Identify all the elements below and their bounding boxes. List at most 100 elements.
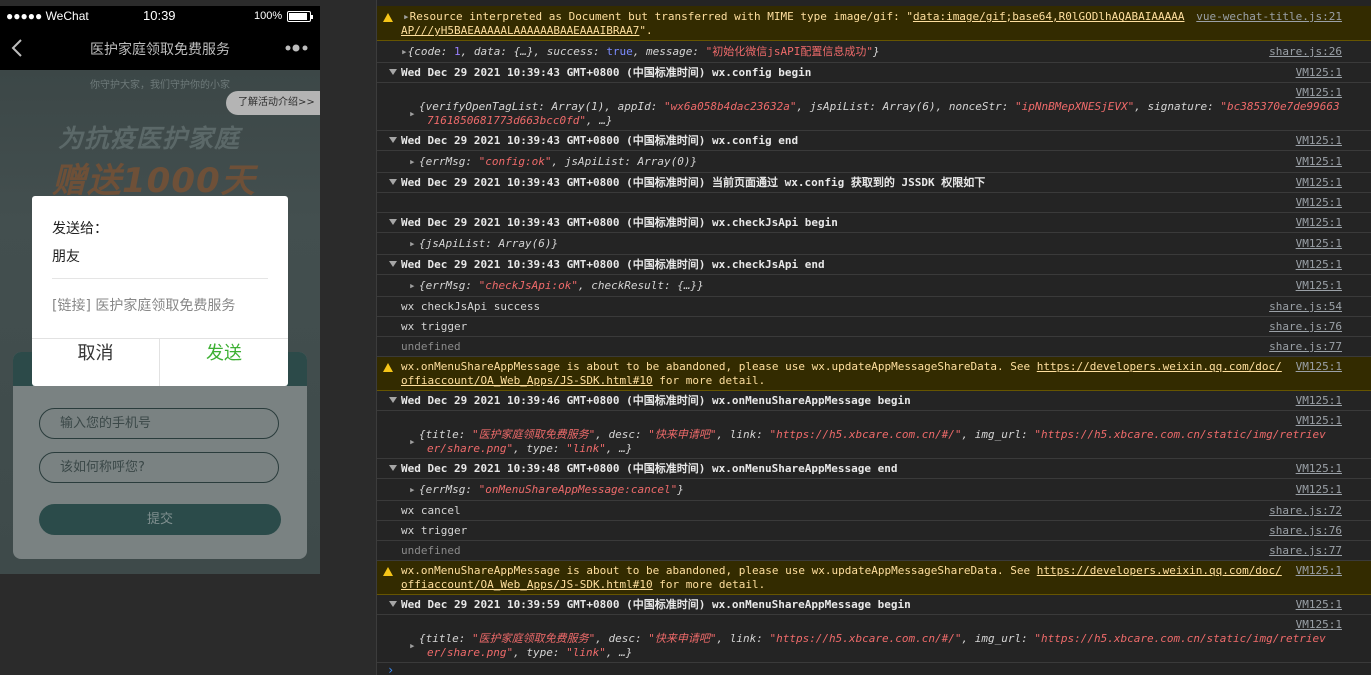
source-link[interactable]: VM125:1 <box>1296 360 1342 374</box>
expand-caret-icon[interactable]: ▸ <box>409 107 416 121</box>
back-arrow-icon[interactable] <box>8 36 28 60</box>
console-group-row[interactable]: Wed Dec 29 2021 10:39:59 GMT+0800 (中国标准时… <box>377 595 1371 615</box>
source-link[interactable]: share.js:77 <box>1269 544 1342 558</box>
expand-caret-icon[interactable]: ▸ <box>409 435 416 449</box>
collapse-arrow-icon[interactable] <box>389 179 397 185</box>
console-log-row: ▸ {errMsg: "config:ok", jsApiList: Array(… <box>377 151 1371 173</box>
status-time: 10:39 <box>143 8 176 23</box>
console-log-row: undefined share.js:77 <box>377 541 1371 561</box>
source-link[interactable]: VM125:1 <box>1296 462 1342 476</box>
data-url-link[interactable]: data:image/gif;base64,R0lGODlhAQABAIAAAA… <box>913 10 1185 23</box>
status-bar: ●●●●● WeChat 10:39 100% <box>0 6 320 26</box>
send-button[interactable]: 发送 <box>160 339 288 386</box>
warning-icon <box>383 363 393 372</box>
name-input[interactable]: 该如何称呼您? <box>39 452 279 483</box>
battery-icon <box>287 11 313 22</box>
expand-caret-icon[interactable]: ▸ <box>409 639 416 653</box>
collapse-arrow-icon[interactable] <box>389 261 397 267</box>
source-link[interactable]: share.js:72 <box>1269 504 1342 518</box>
source-link[interactable]: VM125:1 <box>1296 618 1342 632</box>
dialog-divider <box>52 278 268 279</box>
collapse-arrow-icon[interactable] <box>389 465 397 471</box>
hero-line-2: 赠送1000天 <box>52 161 256 201</box>
source-link[interactable]: share.js:76 <box>1269 524 1342 538</box>
wechat-nav-bar: 医护家庭领取免费服务 <box>0 26 320 70</box>
battery-percent: 100% <box>254 10 283 22</box>
console-warning-row: wx.onMenuShareAppMessage is about to be … <box>377 357 1371 391</box>
console-log-row: ▸ {errMsg: "onMenuShareAppMessage:cancel"… <box>377 479 1371 501</box>
expand-caret-icon[interactable]: ▸ <box>409 237 416 251</box>
expand-caret-icon[interactable]: ▸ <box>409 279 416 293</box>
console-log-row: undefined share.js:77 <box>377 337 1371 357</box>
phone-input[interactable]: 输入您的手机号 <box>39 408 279 439</box>
console-group-row[interactable]: Wed Dec 29 2021 10:39:43 GMT+0800 (中国标准时… <box>377 213 1371 233</box>
source-link[interactable]: VM125:1 <box>1296 196 1342 210</box>
console-log-row: wx trigger share.js:76 <box>377 521 1371 541</box>
console-log-row: ▸{code: 1, data: {…}, success: true, mes… <box>377 41 1371 63</box>
expand-caret-icon[interactable]: ▸ <box>403 10 410 23</box>
promo-intro-button[interactable]: 了解活动介绍>> <box>226 91 320 115</box>
source-link[interactable]: VM125:1 <box>1296 237 1342 251</box>
collapse-arrow-icon[interactable] <box>389 137 397 143</box>
console-log-row: VM125:1 ▸ {title: "医护家庭领取免费服务", desc: "快来… <box>377 411 1371 459</box>
collapse-arrow-icon[interactable] <box>389 397 397 403</box>
console-group-row[interactable]: Wed Dec 29 2021 10:39:43 GMT+0800 (中国标准时… <box>377 63 1371 83</box>
warning-icon <box>383 567 393 576</box>
source-link[interactable]: VM125:1 <box>1296 564 1342 578</box>
share-dialog: 发送给： 朋友 [链接] 医护家庭领取免费服务 取消 发送 <box>32 196 288 386</box>
source-link[interactable]: VM125:1 <box>1296 258 1342 272</box>
source-link[interactable]: VM125:1 <box>1296 394 1342 408</box>
docs-link[interactable]: https://developers.weixin.qq.com/doc/ <box>1037 360 1282 373</box>
expand-caret-icon[interactable]: ▸ <box>409 483 416 497</box>
console-group-row[interactable]: Wed Dec 29 2021 10:39:48 GMT+0800 (中国标准时… <box>377 459 1371 479</box>
console-log-row: VM125:1 ▸ {verifyOpenTagList: Array(1), a… <box>377 83 1371 131</box>
console-log-row: wx trigger share.js:76 <box>377 317 1371 337</box>
carrier-label: ●●●●● WeChat <box>6 9 89 23</box>
dialog-actions: 取消 发送 <box>32 338 288 386</box>
source-link[interactable]: VM125:1 <box>1296 86 1342 100</box>
source-link[interactable]: VM125:1 <box>1296 134 1342 148</box>
source-link[interactable]: VM125:1 <box>1296 176 1342 190</box>
source-link[interactable]: VM125:1 <box>1296 414 1342 428</box>
console-group-row[interactable]: Wed Dec 29 2021 10:39:46 GMT+0800 (中国标准时… <box>377 391 1371 411</box>
console-log-row: VM125:1 <box>377 193 1371 213</box>
source-link[interactable]: vue-wechat-title.js:21 <box>1196 10 1342 24</box>
console-group-row[interactable]: Wed Dec 29 2021 10:39:43 GMT+0800 (中国标准时… <box>377 173 1371 193</box>
console-group-row[interactable]: Wed Dec 29 2021 10:39:43 GMT+0800 (中国标准时… <box>377 255 1371 275</box>
source-link[interactable]: VM125:1 <box>1296 598 1342 612</box>
expand-caret-icon[interactable]: ▸ <box>401 45 408 58</box>
shared-link-preview: [链接] 医护家庭领取免费服务 <box>52 298 236 314</box>
source-link[interactable]: share.js:76 <box>1269 320 1342 334</box>
source-link[interactable]: VM125:1 <box>1296 483 1342 497</box>
source-link[interactable]: VM125:1 <box>1296 216 1342 230</box>
collapse-arrow-icon[interactable] <box>389 69 397 75</box>
more-options-icon[interactable] <box>284 40 310 56</box>
source-link[interactable]: VM125:1 <box>1296 66 1342 80</box>
expand-caret-icon[interactable]: ▸ <box>409 155 416 169</box>
console-group-row[interactable]: Wed Dec 29 2021 10:39:43 GMT+0800 (中国标准时… <box>377 131 1371 151</box>
phone-screen: ●●●●● WeChat 10:39 100% 医护家庭领取免费服务 你守护大家… <box>0 6 320 574</box>
cancel-button[interactable]: 取消 <box>32 339 160 386</box>
tagline: 你守护大家，我们守护你的小家 <box>90 80 230 91</box>
console-log-row: wx checkJsApi success share.js:54 <box>377 297 1371 317</box>
console-warning-row: ▸Resource interpreted as Document but tr… <box>377 6 1371 41</box>
console-log-row: ▸ {errMsg: "checkJsApi:ok", checkResult: … <box>377 275 1371 297</box>
source-link[interactable]: share.js:54 <box>1269 300 1342 314</box>
source-link[interactable]: share.js:26 <box>1269 45 1342 59</box>
collapse-arrow-icon[interactable] <box>389 601 397 607</box>
page-title: 医护家庭领取免费服务 <box>90 42 230 58</box>
console-warning-row: wx.onMenuShareAppMessage is about to be … <box>377 561 1371 595</box>
docs-link[interactable]: https://developers.weixin.qq.com/doc/ <box>1037 564 1282 577</box>
hero-line-1: 为抗疫医护家庭 <box>58 124 241 153</box>
send-to-label: 发送给： <box>52 221 108 237</box>
submit-button[interactable]: 提交 <box>39 504 281 535</box>
console-prompt[interactable]: › <box>387 663 394 675</box>
source-link[interactable]: VM125:1 <box>1296 155 1342 169</box>
source-link[interactable]: VM125:1 <box>1296 279 1342 293</box>
warning-icon <box>383 13 393 22</box>
devtools-console: ▸Resource interpreted as Document but tr… <box>376 0 1371 675</box>
console-log-row: ▸ {jsApiList: Array(6)} VM125:1 <box>377 233 1371 255</box>
collapse-arrow-icon[interactable] <box>389 219 397 225</box>
device-simulator: ●●●●● WeChat 10:39 100% 医护家庭领取免费服务 你守护大家… <box>0 0 376 675</box>
source-link[interactable]: share.js:77 <box>1269 340 1342 354</box>
